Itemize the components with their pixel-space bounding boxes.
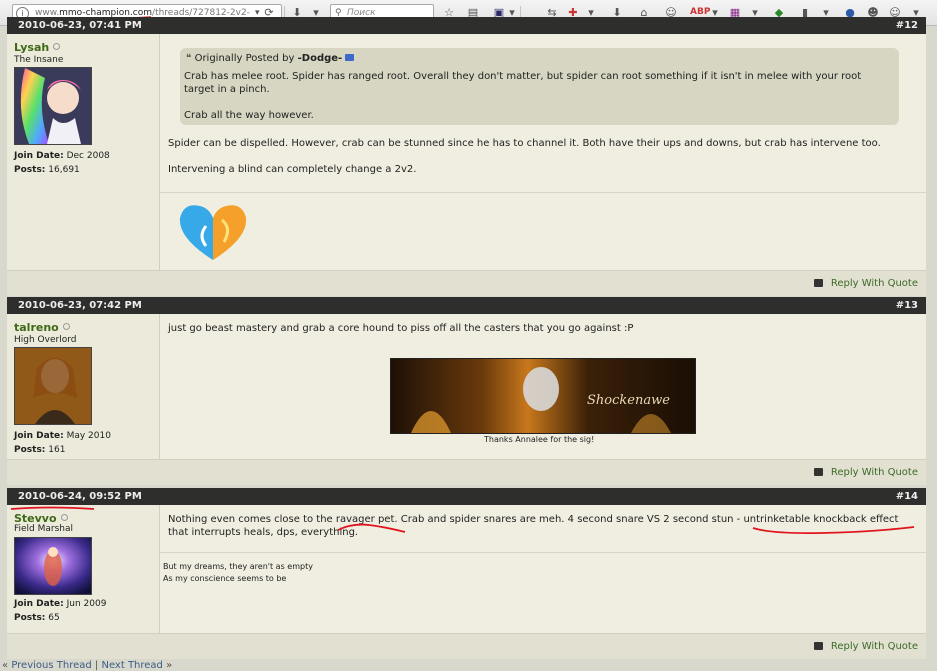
post-footer: Reply With Quote xyxy=(7,633,926,659)
reply-quote-icon xyxy=(813,279,823,287)
post-number[interactable]: #12 xyxy=(896,20,918,31)
online-status-icon xyxy=(53,43,61,50)
date-red-underline xyxy=(10,506,95,510)
signature-caption: Thanks Annalee for the sig! xyxy=(484,435,595,444)
post-13: 2010-06-23, 07:42 PM #13 talreno High Ov… xyxy=(7,297,926,486)
user-info-panel: talreno High Overlord Join Date: May 201… xyxy=(7,314,160,459)
post-count: Posts: 161 xyxy=(14,445,66,455)
user-info-panel: Stevvo Field Marshal Join Date: Jun 2009… xyxy=(7,505,160,633)
reply-with-quote-button[interactable]: Reply With Quote xyxy=(813,641,918,652)
post-text: just go beast mastery and grab a core ho… xyxy=(168,323,634,334)
post-count: Posts: 65 xyxy=(14,613,60,623)
post-text: Intervening a blind can completely chang… xyxy=(168,164,417,175)
user-info-panel: Lysah The Insane Join Date: Dec 2008 Pos… xyxy=(7,34,160,270)
message-body: just go beast mastery and grab a core ho… xyxy=(160,314,926,459)
user-title: High Overlord xyxy=(14,335,77,345)
post-text: Spider can be dispelled. However, crab c… xyxy=(168,138,881,149)
quote-author: -Dodge- xyxy=(297,53,343,64)
avatar-image xyxy=(15,538,91,594)
username-link[interactable]: talreno xyxy=(14,321,70,334)
join-date: Join Date: May 2010 xyxy=(14,431,111,441)
post-date: 2010-06-24, 09:52 PM xyxy=(18,491,142,502)
post-footer: Reply With Quote xyxy=(7,459,926,485)
signature-text: But my dreams, they aren't as empty xyxy=(163,562,313,571)
reply-quote-icon xyxy=(813,642,823,650)
thread-navigation: « Previous Thread | Next Thread » xyxy=(2,660,172,671)
avatar[interactable] xyxy=(14,537,92,595)
previous-thread-link[interactable]: Previous Thread xyxy=(11,660,91,671)
next-thread-link[interactable]: Next Thread xyxy=(101,660,162,671)
quote-text: Crab has melee root. Spider has ranged r… xyxy=(184,70,884,122)
join-date: Join Date: Dec 2008 xyxy=(14,151,110,161)
quote-icon: ❝ xyxy=(186,53,192,64)
join-date: Join Date: Jun 2009 xyxy=(14,599,107,609)
post-footer: Reply With Quote xyxy=(7,270,926,296)
signature-banner-text: Shockenawe xyxy=(587,393,670,408)
post-header: 2010-06-23, 07:41 PM #12 xyxy=(7,17,926,34)
post-14: 2010-06-24, 09:52 PM #14 Stevvo Field Ma… xyxy=(7,488,926,659)
username-link[interactable]: Lysah xyxy=(14,41,61,54)
signature-text: As my conscience seems to be xyxy=(163,574,287,583)
quote-line: target in a pinch. xyxy=(184,84,270,95)
post-header: 2010-06-23, 07:42 PM #13 xyxy=(7,297,926,314)
post-12: 2010-06-23, 07:41 PM #12 Lysah The Insan… xyxy=(7,17,926,296)
reply-with-quote-button[interactable]: Reply With Quote xyxy=(813,467,918,478)
user-title: Field Marshal xyxy=(14,524,74,534)
quote-line: Crab has melee root. Spider has ranged r… xyxy=(184,71,862,82)
signature-banner-image: Shockenawe xyxy=(390,358,696,434)
ravager-red-underline xyxy=(337,523,406,533)
avatar-image xyxy=(15,68,91,144)
post-date: 2010-06-23, 07:42 PM xyxy=(18,300,142,311)
reply-quote-icon xyxy=(813,468,823,476)
post-count: Posts: 16,691 xyxy=(14,165,80,175)
post-number[interactable]: #13 xyxy=(896,300,918,311)
quote-line: Crab all the way however. xyxy=(184,110,314,121)
post-header: 2010-06-24, 09:52 PM #14 xyxy=(7,488,926,505)
post-text: that interrupts heals, dps, everything. xyxy=(168,527,359,538)
avatar-image xyxy=(15,348,91,424)
knockback-red-underline xyxy=(752,526,915,535)
signature-divider xyxy=(160,552,926,553)
post-number[interactable]: #14 xyxy=(896,491,918,502)
quote-block: ❝ Originally Posted by -Dodge- Crab has … xyxy=(180,48,899,125)
reply-with-quote-button[interactable]: Reply With Quote xyxy=(813,278,918,289)
online-status-icon xyxy=(62,323,70,330)
post-date: 2010-06-23, 07:41 PM xyxy=(18,20,142,31)
avatar[interactable] xyxy=(14,67,92,145)
previous-arrow-icon: « xyxy=(2,660,9,671)
nav-separator: | xyxy=(94,660,99,671)
signature-divider xyxy=(160,192,926,193)
user-title: The Insane xyxy=(14,55,64,65)
view-post-icon[interactable] xyxy=(345,54,355,61)
quote-header: ❝ Originally Posted by -Dodge- xyxy=(186,53,355,64)
message-body: ❝ Originally Posted by -Dodge- Crab has … xyxy=(160,34,926,270)
signature-heart-image xyxy=(179,205,247,260)
avatar[interactable] xyxy=(14,347,92,425)
online-status-icon xyxy=(60,514,68,521)
next-arrow-icon: » xyxy=(166,660,173,671)
